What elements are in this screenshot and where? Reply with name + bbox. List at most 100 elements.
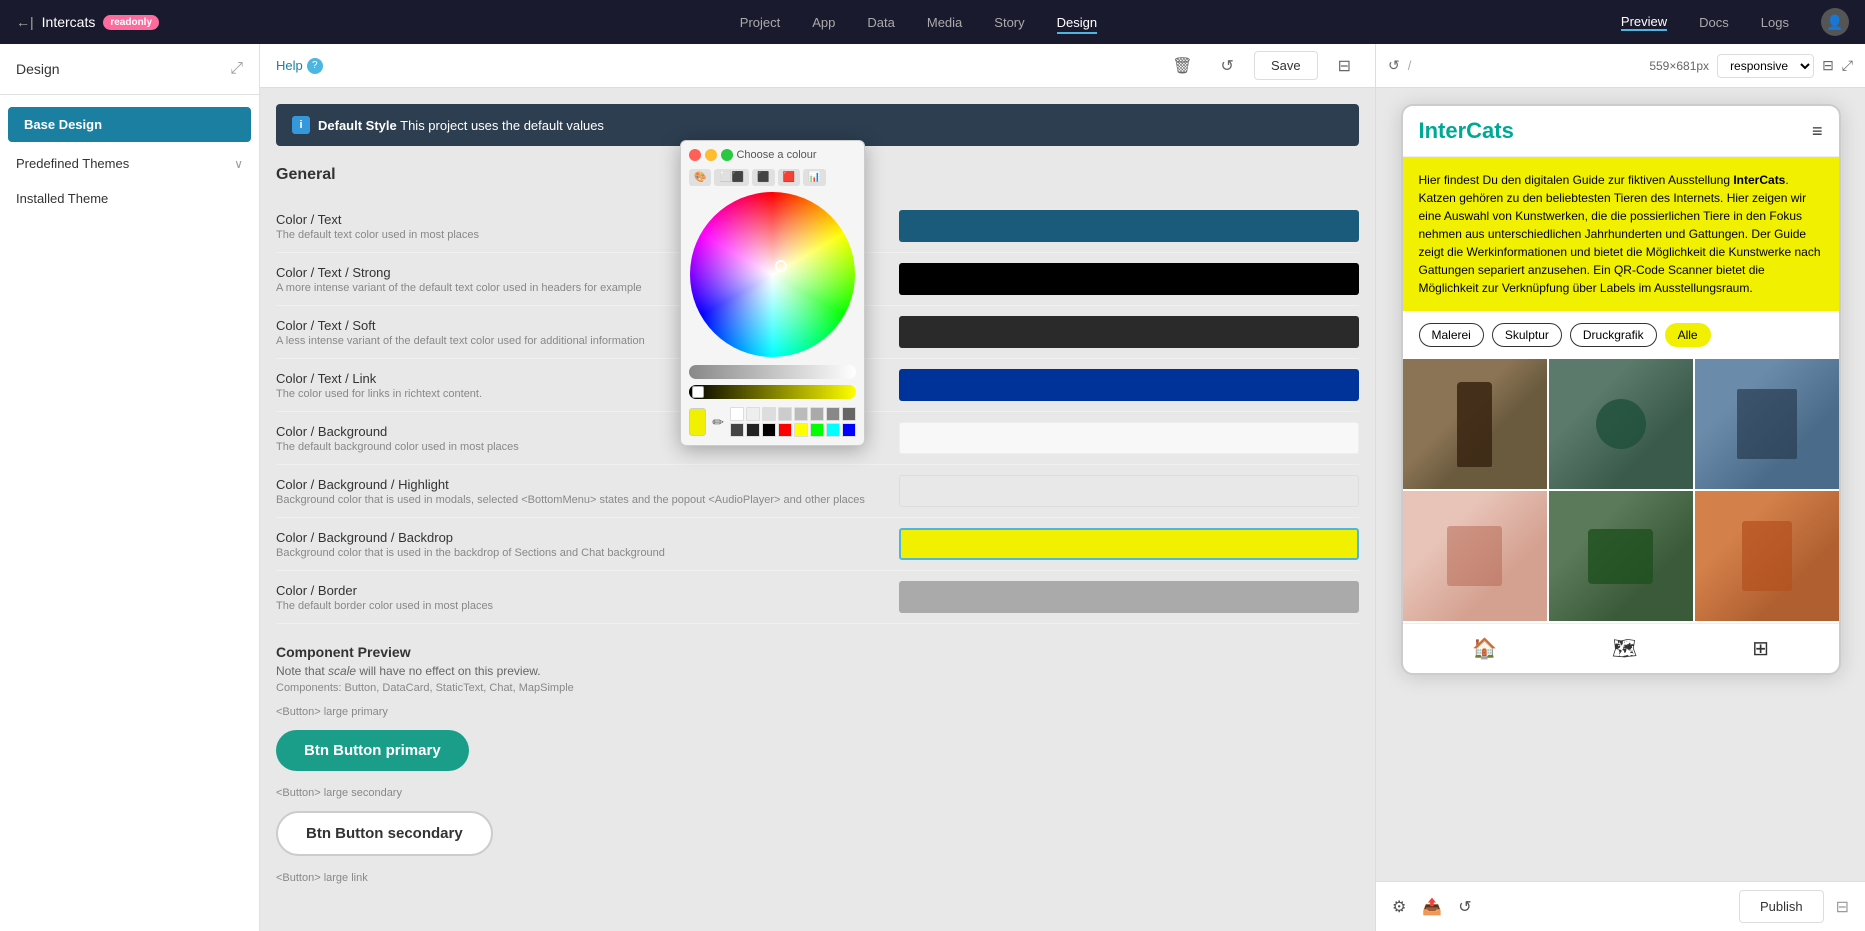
- picker-tab-wheel[interactable]: 🎨: [689, 169, 711, 186]
- sidebar-item-installed-theme[interactable]: Installed Theme: [0, 181, 259, 216]
- artwork-cell-1[interactable]: [1403, 359, 1547, 489]
- sidebar-item-base-design[interactable]: Base Design: [8, 107, 251, 142]
- nav-app[interactable]: App: [812, 11, 835, 34]
- color-soft-swatch[interactable]: [899, 316, 1359, 348]
- chevron-down-icon: ∨: [234, 157, 243, 171]
- map-nav-icon[interactable]: 🗺: [1612, 636, 1637, 661]
- color-highlight-swatch[interactable]: [899, 475, 1359, 507]
- responsive-select[interactable]: responsive mobile tablet desktop: [1717, 54, 1814, 78]
- nav-project[interactable]: Project: [740, 11, 780, 34]
- help-button[interactable]: Help ?: [276, 58, 323, 74]
- filter-skulptur[interactable]: Skulptur: [1492, 323, 1562, 347]
- picker-close-btn[interactable]: [689, 149, 701, 161]
- color-highlight-label: Color / Background / Highlight: [276, 477, 899, 492]
- nav-media[interactable]: Media: [927, 11, 962, 34]
- brightness-track[interactable]: [689, 365, 856, 379]
- main-layout: Design ⤢ Base Design Predefined Themes ∨…: [0, 44, 1865, 931]
- hamburger-menu-icon[interactable]: ≡: [1812, 121, 1823, 142]
- btn-link-tag: <Button> large link: [276, 872, 1359, 884]
- publish-save-icon[interactable]: ⊟: [1836, 897, 1849, 917]
- split-view-button[interactable]: ⊟: [1822, 57, 1834, 74]
- yellow-info-box: Hier findest Du den digitalen Guide zur …: [1403, 157, 1839, 311]
- publish-button[interactable]: Publish: [1739, 890, 1824, 923]
- filter-malerei[interactable]: Malerei: [1419, 323, 1484, 347]
- delete-button[interactable]: 🗑: [1164, 52, 1200, 80]
- preview-title: Component Preview: [276, 644, 1359, 660]
- left-sidebar: Design ⤢ Base Design Predefined Themes ∨…: [0, 44, 260, 931]
- picker-maximize-btn[interactable]: [721, 149, 733, 161]
- content-area: Help ? 🗑 ↺ Save ⊟ i Default Style This p…: [260, 44, 1375, 931]
- preset-cell[interactable]: [778, 407, 792, 421]
- preset-cell[interactable]: [826, 423, 840, 437]
- right-toolbar-right: 559×681px responsive mobile tablet deskt…: [1649, 54, 1853, 78]
- nav-data[interactable]: Data: [867, 11, 894, 34]
- share-button[interactable]: 📤: [1422, 897, 1442, 917]
- preset-cell[interactable]: [794, 407, 808, 421]
- filter-alle[interactable]: Alle: [1665, 323, 1711, 347]
- picker-tab-grid[interactable]: ⬛: [752, 169, 774, 186]
- btn-secondary-preview[interactable]: Btn Button secondary: [276, 811, 493, 856]
- color-bg-swatch[interactable]: [899, 422, 1359, 454]
- artwork-cell-5[interactable]: [1549, 491, 1693, 621]
- picker-tab-palette[interactable]: 📊: [803, 169, 825, 186]
- nav-logs[interactable]: Logs: [1761, 15, 1789, 30]
- brightness-slider: [689, 365, 856, 379]
- right-toolbar-left: ↺ /: [1388, 57, 1641, 74]
- expand-icon[interactable]: ⤢: [230, 60, 243, 78]
- home-nav-icon[interactable]: 🏠: [1472, 636, 1497, 661]
- current-color-swatch[interactable]: [689, 408, 706, 436]
- artwork-cell-4[interactable]: [1403, 491, 1547, 621]
- preset-cell[interactable]: [778, 423, 792, 437]
- back-arrow[interactable]: ←|: [16, 14, 34, 30]
- undo-button[interactable]: ↺: [1213, 52, 1242, 80]
- nav-story[interactable]: Story: [994, 11, 1024, 34]
- app-name: Intercats: [42, 14, 96, 30]
- preset-cell[interactable]: [842, 423, 856, 437]
- artwork-cell-6[interactable]: [1695, 491, 1839, 621]
- expand-preview-button[interactable]: ⤢: [1842, 57, 1853, 74]
- color-border-swatch[interactable]: [899, 581, 1359, 613]
- preset-cell[interactable]: [746, 407, 760, 421]
- preview-size: 559×681px: [1649, 59, 1709, 73]
- eyedropper-button[interactable]: ✏: [712, 414, 724, 431]
- grid-nav-icon[interactable]: ⊞: [1752, 636, 1769, 661]
- nav-docs[interactable]: Docs: [1699, 15, 1729, 30]
- yellow-bold: InterCats: [1733, 173, 1785, 187]
- color-backdrop-swatch[interactable]: [899, 528, 1359, 560]
- gradient-handle[interactable]: [692, 386, 704, 398]
- color-text-swatch[interactable]: [899, 210, 1359, 242]
- preset-cell[interactable]: [794, 423, 808, 437]
- color-strong-swatch[interactable]: [899, 263, 1359, 295]
- preset-cell[interactable]: [826, 407, 840, 421]
- btn-primary-preview[interactable]: Btn Button primary: [276, 730, 469, 771]
- picker-tab-sliders[interactable]: ⬜⬛: [714, 169, 749, 186]
- sidebar-item-predefined-themes[interactable]: Predefined Themes ∨: [0, 146, 259, 181]
- artwork-cell-3[interactable]: [1695, 359, 1839, 489]
- artwork-cell-2[interactable]: [1549, 359, 1693, 489]
- wheel-cursor[interactable]: [775, 260, 787, 272]
- nav-preview[interactable]: Preview: [1621, 14, 1667, 31]
- nav-design[interactable]: Design: [1057, 11, 1097, 34]
- preset-cell[interactable]: [730, 423, 744, 437]
- more-button[interactable]: ⊟: [1330, 52, 1359, 80]
- preset-cell[interactable]: [762, 407, 776, 421]
- avatar[interactable]: 👤: [1821, 8, 1849, 36]
- picker-minimize-btn[interactable]: [705, 149, 717, 161]
- color-wheel[interactable]: [690, 192, 855, 357]
- color-link-swatch[interactable]: [899, 369, 1359, 401]
- filter-druckgrafik[interactable]: Druckgrafik: [1570, 323, 1657, 347]
- preset-cell[interactable]: [746, 423, 760, 437]
- undo-publish-button[interactable]: ↺: [1458, 897, 1471, 917]
- picker-tab-image[interactable]: 🟥: [778, 169, 800, 186]
- preset-cell[interactable]: [810, 423, 824, 437]
- preset-cell[interactable]: [762, 423, 776, 437]
- save-button[interactable]: Save: [1254, 51, 1318, 80]
- preset-cell[interactable]: [842, 407, 856, 421]
- gradient-bar[interactable]: [689, 385, 856, 399]
- reload-button[interactable]: ↺: [1388, 57, 1400, 74]
- preset-cell[interactable]: [730, 407, 744, 421]
- settings-button[interactable]: ⚙: [1392, 897, 1406, 917]
- color-picker-popup: Choose a colour 🎨 ⬜⬛ ⬛ 🟥 📊: [680, 140, 865, 446]
- preset-cell[interactable]: [810, 407, 824, 421]
- color-wheel-container: [690, 192, 855, 357]
